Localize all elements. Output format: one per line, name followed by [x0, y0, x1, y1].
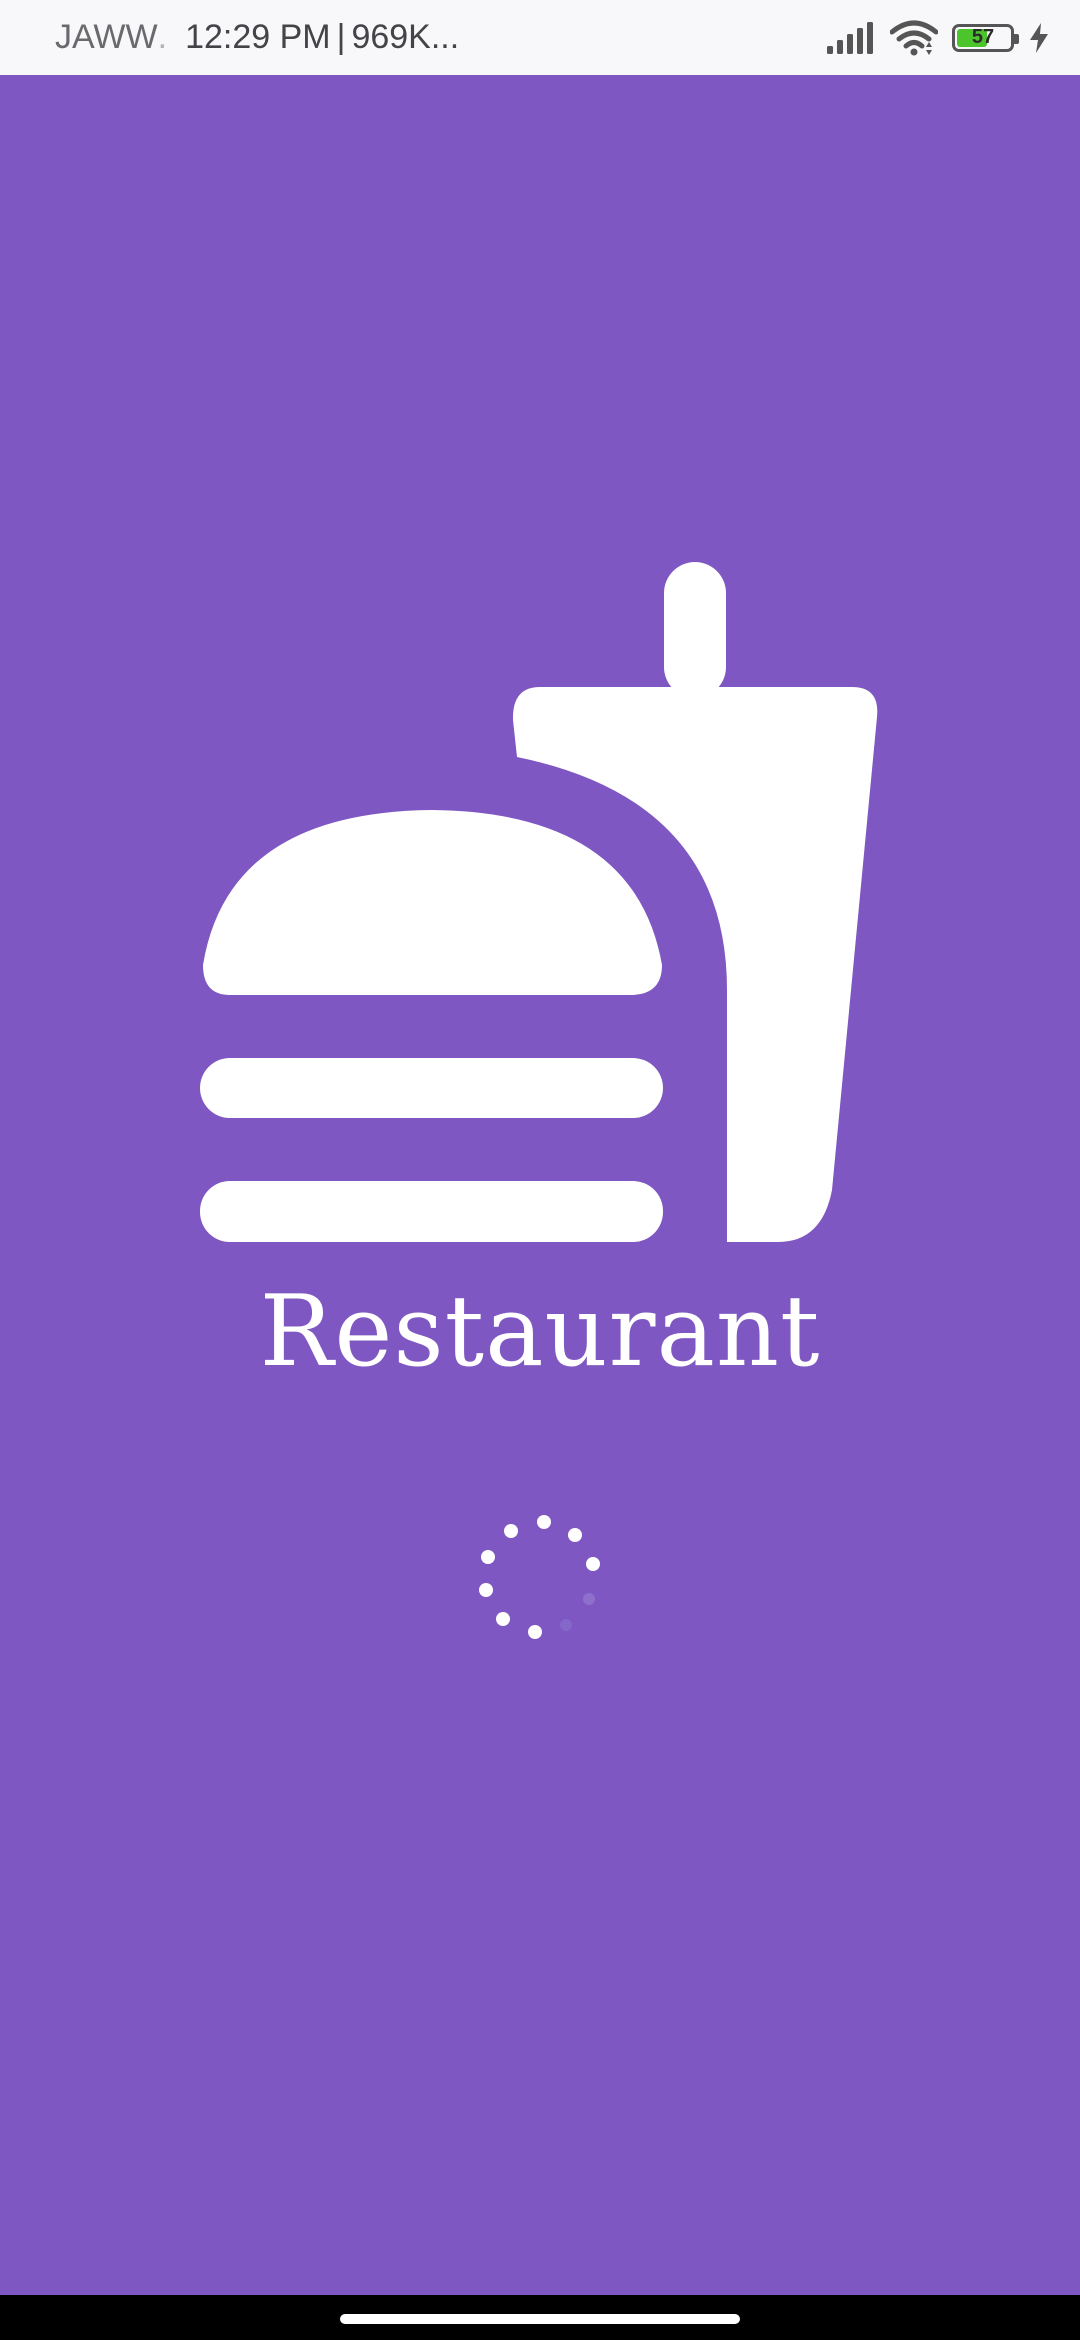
burger-and-drink-icon [200, 562, 878, 1242]
app-title: Restaurant [259, 1275, 821, 1389]
navigation-bar [0, 2295, 1080, 2340]
straw-shape [664, 562, 726, 698]
burger-bottom-bun-shape [200, 1181, 663, 1242]
burger-bun-shape [203, 810, 662, 995]
burger-patty-shape [200, 1058, 663, 1118]
home-indicator[interactable] [340, 2314, 740, 2324]
splash-screen: JAWW. 12:29 PM | 969K... 57 Restaurant [0, 0, 1080, 2340]
loading-spinner-icon [479, 1515, 600, 1639]
